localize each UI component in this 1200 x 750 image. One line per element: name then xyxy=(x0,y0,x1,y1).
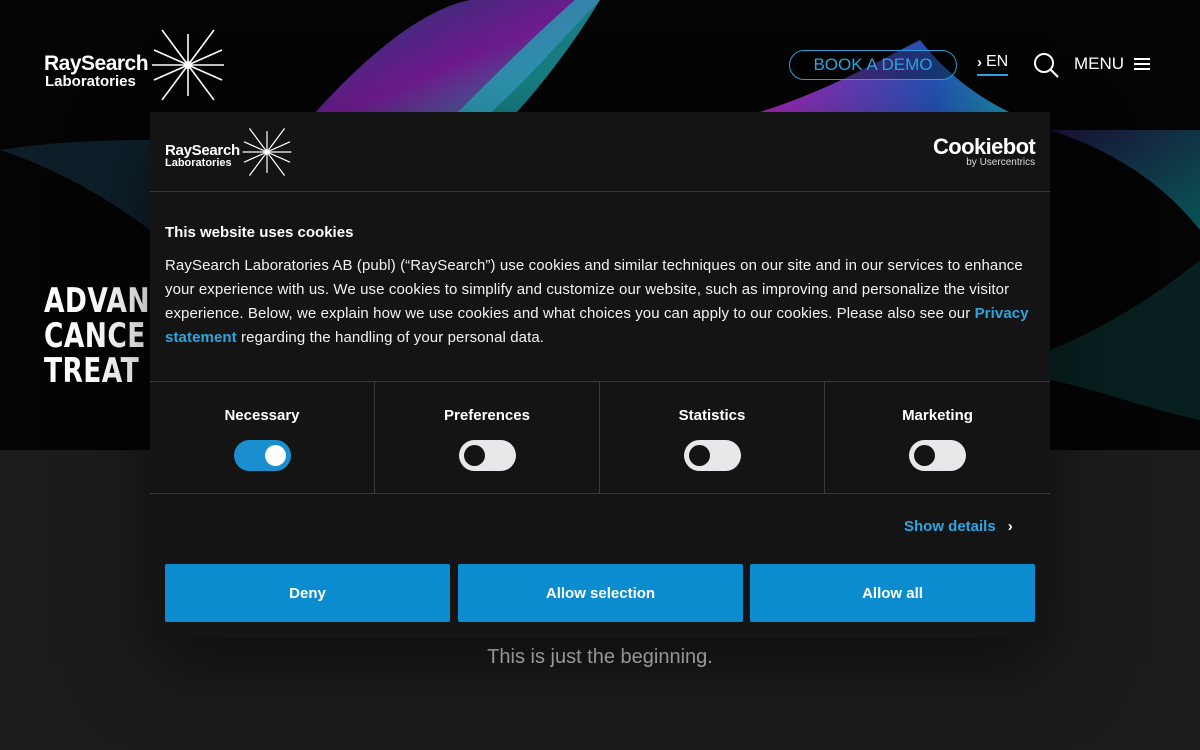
star-burst-logo-icon xyxy=(242,127,292,177)
cookiebot-logo[interactable]: Cookiebot by Usercentrics xyxy=(933,134,1036,169)
toggle-knob xyxy=(914,445,935,466)
menu-label: MENU xyxy=(1074,54,1125,73)
allow-selection-button[interactable]: Allow selection xyxy=(458,564,743,622)
chevron-right-icon: › xyxy=(1007,518,1013,535)
show-details-label: Show details xyxy=(904,518,996,535)
show-details-link[interactable]: Show details › xyxy=(904,518,1013,535)
preferences-toggle[interactable] xyxy=(459,440,516,471)
dialog-title: This website uses cookies xyxy=(165,224,354,241)
headline-line-1: ADVAN xyxy=(44,281,150,321)
cookie-consent-dialog: RaySearch Laboratories Cookiebot by User… xyxy=(150,112,1050,638)
dialog-description: RaySearch Laboratories AB (publ) (“RaySe… xyxy=(165,254,1035,350)
description-text-end: regarding the handling of your personal … xyxy=(236,329,545,346)
dialog-raysearch-logo: RaySearch Laboratories xyxy=(165,127,292,177)
category-statistics: Statistics xyxy=(600,382,825,494)
star-burst-logo-icon xyxy=(152,29,224,101)
deny-button[interactable]: Deny xyxy=(165,564,450,622)
tagline: This is just the beginning. xyxy=(487,646,713,668)
headline-line-3: TREAT xyxy=(44,351,140,391)
logo-text-laboratories: Laboratories xyxy=(45,73,136,90)
necessary-toggle[interactable] xyxy=(234,440,291,471)
search-icon[interactable] xyxy=(1033,52,1059,78)
dialog-logo-text-laboratories: Laboratories xyxy=(165,157,232,169)
dialog-body: This website uses cookies RaySearch Labo… xyxy=(165,224,1035,350)
cookiebot-brand: Cookiebot xyxy=(933,134,1036,159)
category-label: Necessary xyxy=(224,407,300,424)
allow-all-button[interactable]: Allow all xyxy=(750,564,1035,622)
hamburger-icon xyxy=(1134,57,1151,71)
category-marketing: Marketing xyxy=(825,382,1050,494)
hero-headline: ADVAN CANCE TREAT xyxy=(44,284,150,389)
chevron-right-icon: › xyxy=(977,53,982,71)
menu-button[interactable]: MENU xyxy=(1074,54,1151,74)
category-necessary: Necessary xyxy=(150,382,375,494)
category-label: Preferences xyxy=(444,407,530,424)
raysearch-logo[interactable]: RaySearch Laboratories xyxy=(44,28,224,102)
dialog-header: RaySearch Laboratories Cookiebot by User… xyxy=(150,112,1050,192)
page: RaySearch Laboratories BOOK A DEMO › EN xyxy=(0,0,1200,750)
toggle-knob xyxy=(265,445,286,466)
category-preferences: Preferences xyxy=(375,382,600,494)
toggle-knob xyxy=(689,445,710,466)
statistics-toggle[interactable] xyxy=(684,440,741,471)
headline-line-2: CANCE xyxy=(44,316,146,356)
language-selector[interactable]: › EN xyxy=(977,53,1009,76)
category-label: Marketing xyxy=(902,407,973,424)
description-text: RaySearch Laboratories AB (publ) (“RaySe… xyxy=(165,257,1023,322)
consent-categories: Necessary Preferences Statistics Marketi… xyxy=(150,381,1050,494)
language-label: EN xyxy=(986,53,1009,70)
marketing-toggle[interactable] xyxy=(909,440,966,471)
book-demo-button[interactable]: BOOK A DEMO xyxy=(789,50,957,80)
category-label: Statistics xyxy=(678,407,746,424)
toggle-knob xyxy=(464,445,485,466)
